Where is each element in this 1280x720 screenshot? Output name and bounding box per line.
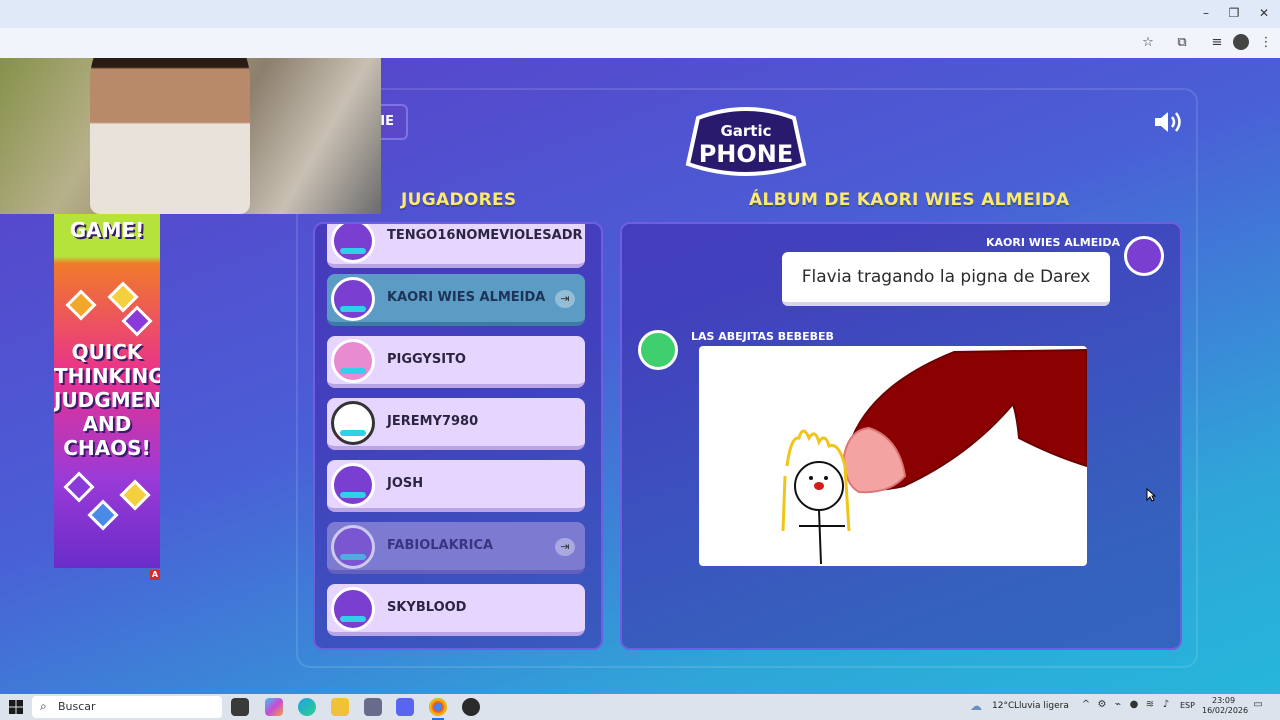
taskbar-search[interactable]: ⌕ Buscar (32, 696, 222, 718)
player-name: KAORI WIES ALMEIDA (387, 290, 546, 305)
obs-icon[interactable] (462, 698, 480, 716)
purple-bird-avatar (331, 463, 375, 507)
player-name: PIGGYSITO (387, 352, 466, 367)
pig-avatar (331, 339, 375, 383)
discord-icon[interactable] (396, 698, 414, 716)
player-card[interactable]: PIGGYSITO (327, 336, 585, 388)
profile-icon[interactable] (1233, 34, 1249, 50)
browser-toolbar (0, 28, 1280, 83)
menu-icon[interactable]: ⋮ (1256, 33, 1276, 53)
purple-bird-avatar (331, 224, 375, 263)
cloud-rain-icon: ☁ (970, 699, 982, 713)
drawing-canvas (699, 346, 1087, 566)
purple-bird-avatar (331, 587, 375, 631)
windows-taskbar: ⌕ Buscar ☁ 12°C Lluvia ligera ^ ⚙ ⌁ ● ≋ … (0, 694, 1280, 720)
logo-line2: PHONE (699, 140, 794, 168)
player-name: JEREMY7980 (387, 414, 479, 429)
task-view-icon[interactable] (231, 698, 249, 716)
clock-time[interactable]: 23:09 (1212, 696, 1235, 705)
mouse-cursor-icon (1146, 488, 1156, 502)
album-title: ÁLBUM DE KAORI WIES ALMEIDA (749, 190, 1070, 210)
tray-app-icon[interactable]: ⚙ (1096, 699, 1108, 713)
network-icon[interactable]: ⌁ (1112, 699, 1124, 713)
sound-icon[interactable] (1152, 108, 1184, 136)
player-card[interactable]: KAORI WIES ALMEIDA ⇥ (327, 274, 585, 326)
browser-title-bar: – ❐ ✕ (0, 0, 1280, 28)
player-name: JOSH (387, 476, 424, 491)
chevron-up-icon[interactable]: ^ (1080, 699, 1092, 713)
edge-icon[interactable] (298, 698, 316, 716)
player-card[interactable]: JEREMY7980 (327, 398, 585, 450)
language-indicator[interactable]: ESP (1180, 701, 1195, 710)
player-name: TENGO16NOMEVIOLESADR (387, 228, 583, 243)
star-icon[interactable]: ☆ (1138, 33, 1158, 53)
player-card[interactable]: TENGO16NOMEVIOLESADR (327, 224, 585, 268)
player-card[interactable]: FABIOLAKRICA ⇥ (327, 522, 585, 574)
gem-icon (121, 305, 153, 337)
search-placeholder: Buscar (58, 700, 96, 713)
chrome-icon[interactable] (429, 698, 447, 720)
players-title: JUGADORES (401, 190, 517, 210)
exit-icon: ⇥ (555, 290, 575, 308)
maximize-icon[interactable]: ❐ (1224, 4, 1244, 22)
close-icon[interactable]: ✕ (1254, 4, 1274, 22)
clock-date[interactable]: 16/02/2026 (1202, 706, 1248, 715)
ad-badge[interactable]: A (150, 570, 160, 580)
weather-temp: 12°C (992, 701, 1015, 711)
panda-avatar (331, 401, 375, 445)
microphone-icon[interactable]: ● (1128, 699, 1140, 713)
notifications-icon[interactable]: ▭ (1252, 699, 1264, 713)
ad-banner[interactable]: GAME! QUICK THINKING, JUDGMENT AND CHAOS… (54, 214, 160, 568)
minimize-icon[interactable]: – (1196, 4, 1216, 22)
gem-icon (65, 289, 97, 321)
copilot-icon[interactable] (265, 698, 283, 716)
webcam-overlay (0, 58, 381, 214)
purple-bird-avatar (331, 277, 375, 321)
windows-start-icon[interactable] (8, 699, 24, 715)
purple-bird-avatar (331, 525, 375, 569)
player-card[interactable]: JOSH (327, 460, 585, 512)
search-icon: ⌕ (40, 699, 47, 713)
player-card[interactable]: SKYBLOOD (327, 584, 585, 636)
extensions-icon[interactable]: ⧉ (1172, 33, 1192, 53)
gem-icon (87, 499, 119, 531)
star-gem-icon (119, 479, 151, 511)
phrase-author: KAORI WIES ALMEIDA (986, 236, 1120, 249)
purple-bird-avatar (1124, 236, 1164, 276)
wifi-icon[interactable]: ≋ (1144, 699, 1156, 713)
player-name: SKYBLOOD (387, 600, 467, 615)
logo-line1: Gartic (720, 122, 771, 140)
gartic-phone-logo: Gartic PHONE (685, 107, 807, 176)
green-robot-avatar (638, 330, 678, 370)
gem-icon (63, 471, 95, 503)
file-explorer-icon[interactable] (331, 698, 349, 716)
gartic-phone-game: IE Gartic PHONE JUGADORES ÁLBUM DE KAORI… (0, 58, 1280, 694)
drawing-author: LAS ABEJITAS BEBEBEB (691, 330, 834, 343)
streamer-image (90, 58, 250, 214)
ad-headline: QUICK THINKING, JUDGMENT AND CHAOS! (54, 340, 160, 460)
phrase-bubble: Flavia tragando la pigna de Darex (782, 252, 1110, 306)
volume-icon[interactable]: ♪ (1160, 699, 1172, 713)
media-icon[interactable]: ≡ (1207, 33, 1227, 53)
player-name: FABIOLAKRICA (387, 538, 494, 553)
ad-title: GAME! (69, 218, 145, 242)
exit-icon: ⇥ (555, 538, 575, 556)
weather-desc: Lluvia ligera (1014, 701, 1069, 711)
players-panel: TENGO16NOMEVIOLESADR KAORI WIES ALMEIDA … (313, 222, 603, 650)
store-icon[interactable] (364, 698, 382, 716)
